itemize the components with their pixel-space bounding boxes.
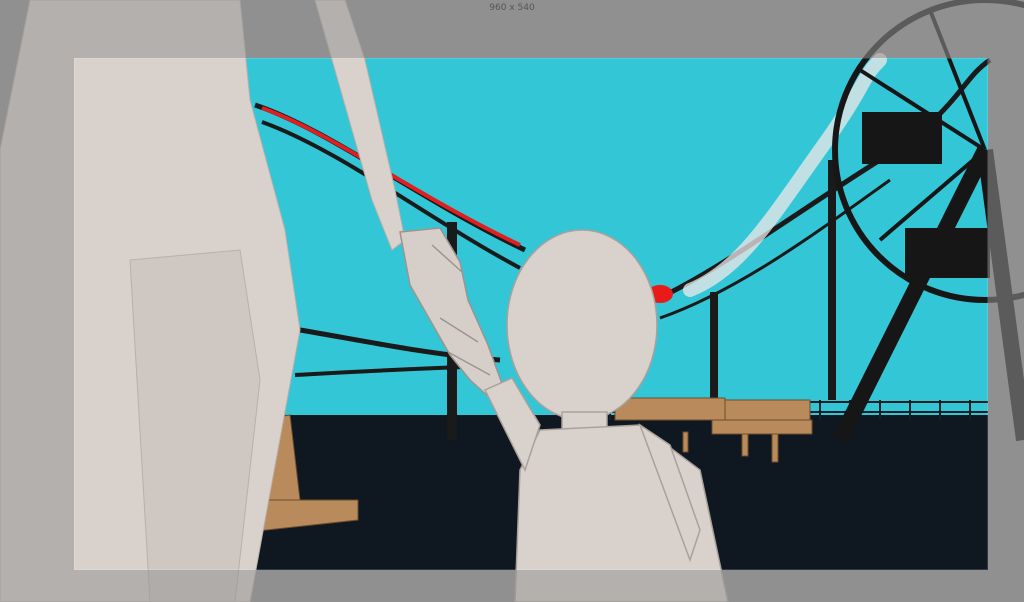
resolution-label: 960 x 540	[489, 3, 535, 13]
scene-canvas	[0, 0, 1024, 602]
3d-viewport[interactable]: 960 x 540	[0, 0, 1024, 602]
